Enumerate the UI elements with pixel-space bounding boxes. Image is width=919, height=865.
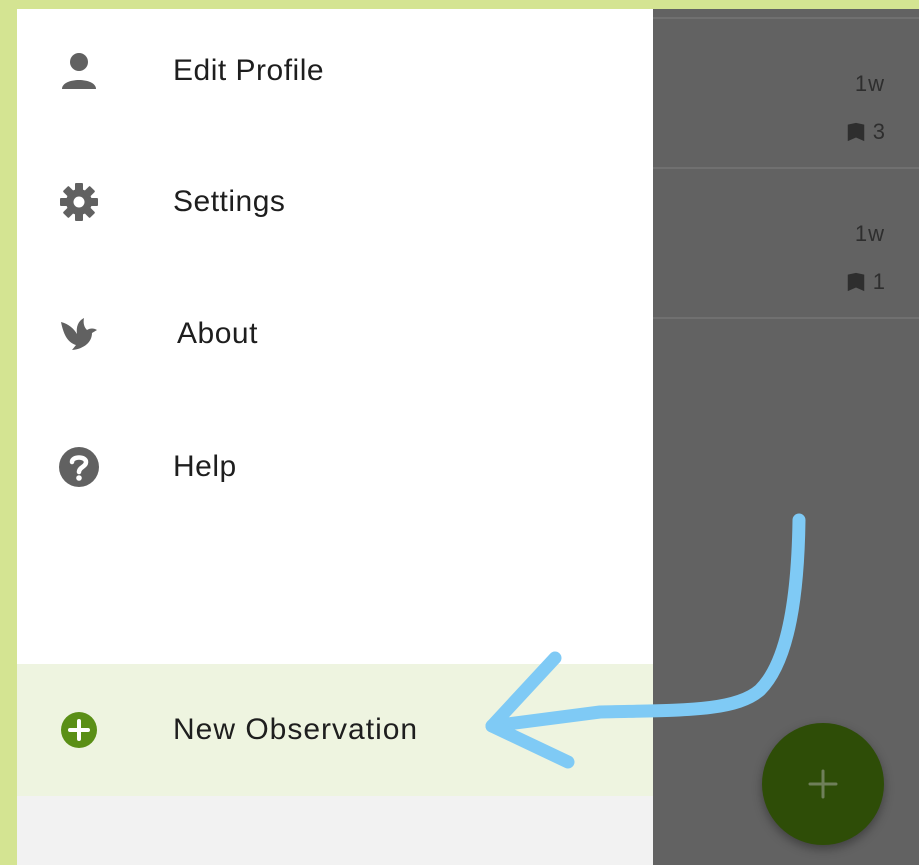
- observation-count-value: 1: [872, 269, 885, 294]
- gear-icon: [57, 180, 101, 224]
- tag-icon: [847, 122, 864, 142]
- plus-circle-icon: [57, 708, 101, 752]
- drawer-footer: [17, 796, 653, 865]
- observation-count: 1: [845, 269, 885, 295]
- menu-item-settings[interactable]: Settings: [17, 152, 653, 252]
- observation-count: 3: [845, 119, 885, 145]
- menu-item-label: Edit Profile: [173, 54, 325, 87]
- list-item[interactable]: 1w 3: [653, 19, 919, 169]
- observation-count-value: 3: [872, 119, 885, 144]
- navigation-drawer: Edit Profile Settings About Help New Obs…: [17, 9, 653, 865]
- menu-item-help[interactable]: Help: [17, 417, 653, 517]
- menu-item-label: Help: [173, 450, 237, 483]
- observation-age: 1w: [854, 71, 885, 96]
- menu-item-label: About: [177, 317, 258, 350]
- add-observation-fab[interactable]: [762, 723, 884, 845]
- menu-item-about[interactable]: About: [17, 284, 653, 384]
- app-screen: 1w 3 1w 1 Edit Profile Settings About He…: [17, 9, 919, 865]
- person-icon: [57, 49, 101, 93]
- new-observation-button[interactable]: New Observation: [17, 664, 653, 796]
- menu-item-label: Settings: [173, 185, 286, 218]
- list-item: [653, 9, 919, 19]
- new-observation-label: New Observation: [173, 713, 419, 746]
- tag-icon: [847, 272, 864, 292]
- observation-age: 1w: [854, 221, 885, 246]
- menu-item-edit-profile[interactable]: Edit Profile: [17, 21, 653, 121]
- list-item[interactable]: 1w 1: [653, 169, 919, 319]
- bird-icon: [57, 312, 101, 356]
- plus-icon: [808, 769, 838, 799]
- help-icon: [57, 445, 101, 489]
